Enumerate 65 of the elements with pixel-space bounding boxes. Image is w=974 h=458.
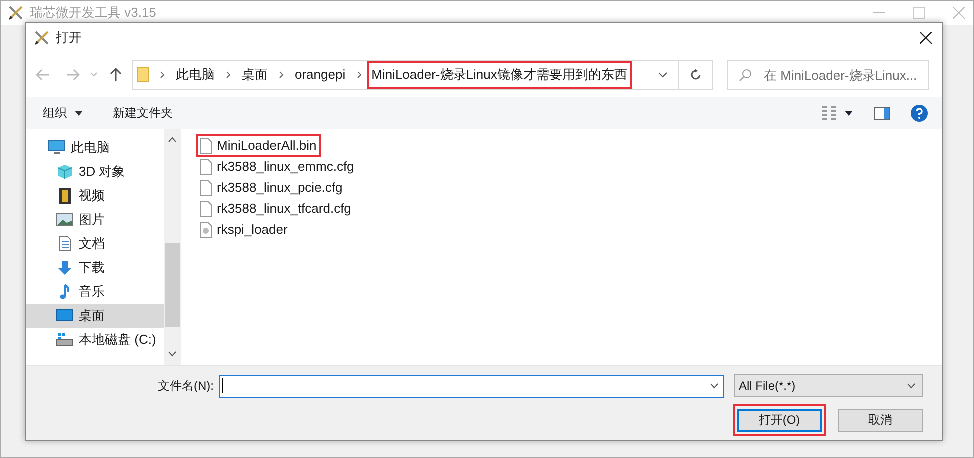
down-arrow-icon (56, 260, 74, 276)
sidebar-item[interactable]: 下载 (26, 256, 164, 280)
help-icon[interactable] (911, 104, 928, 122)
sidebar-item[interactable]: 3D 对象 (26, 160, 164, 184)
text-cursor-icon (222, 378, 223, 393)
chevron-right-icon (226, 71, 231, 79)
file-icon (200, 158, 212, 174)
search-field[interactable]: 在 MiniLoader-烧录Linux... (727, 60, 929, 90)
file-item[interactable]: MiniLoaderAll.bin (196, 134, 321, 157)
film-icon (56, 188, 74, 204)
sidebar-item[interactable]: 此电脑 (26, 136, 164, 160)
drive-icon (56, 332, 74, 348)
chevron-down-icon[interactable] (168, 351, 177, 357)
sidebar-item[interactable]: 视频 (26, 184, 164, 208)
preview-pane-icon[interactable] (874, 106, 890, 120)
breadcrumb-item[interactable]: MiniLoader-烧录Linux镜像才需要用到的东西 (366, 61, 632, 89)
view-options-icon[interactable] (821, 106, 837, 120)
refresh-icon (690, 69, 702, 81)
chevron-down-icon[interactable] (658, 72, 668, 78)
sidebar-item[interactable]: 本地磁盘 (C:) (26, 328, 164, 352)
sidebar-item[interactable]: 音乐 (26, 280, 164, 304)
scrollbar[interactable] (164, 129, 181, 365)
breadcrumb-item[interactable]: 桌面 (242, 65, 268, 85)
cube-icon (56, 164, 74, 180)
chevron-right-icon (356, 71, 362, 79)
dialog-button[interactable]: 取消 (838, 408, 923, 432)
sidebar-item[interactable]: 图片 (26, 208, 164, 232)
sidebar-item[interactable]: 文档 (26, 232, 164, 256)
address-bar[interactable]: 此电脑 桌面 orangepi MiniLoader-烧录Linux镜像才需要用到的东西 (132, 60, 679, 90)
refresh-button[interactable] (679, 60, 713, 90)
folder-icon (137, 67, 149, 83)
file-item[interactable]: rk3588_linux_pcie.cfg (199, 177, 343, 198)
caret-icon[interactable] (845, 110, 853, 116)
file-icon (200, 200, 212, 216)
chevron-down-icon[interactable] (710, 383, 719, 389)
tools-icon (34, 30, 50, 46)
chevron-right-icon (160, 71, 165, 79)
tools-icon (8, 5, 24, 21)
file-type-dropdown[interactable]: All File(*.*) (734, 374, 923, 397)
picture-icon (56, 212, 74, 228)
file-item[interactable]: rk3588_linux_emmc.cfg (199, 156, 354, 177)
up-arrow-icon[interactable] (110, 68, 122, 82)
file-icon (200, 138, 212, 154)
new-folder-button[interactable]: 新建文件夹 (113, 104, 173, 122)
caret-icon (75, 110, 83, 116)
organize-button[interactable]: 组织 (43, 104, 83, 122)
chevron-down-icon (907, 382, 916, 388)
file-item[interactable]: rk3588_linux_tfcard.cfg (199, 198, 352, 219)
file-name-label: 文件名(N): (157, 378, 214, 394)
chevron-right-icon (279, 71, 284, 79)
breadcrumb-item[interactable]: orangepi (295, 65, 346, 85)
dialog-button[interactable]: 打开(O) (737, 408, 822, 432)
desktop-icon (56, 308, 74, 324)
breadcrumb-item[interactable]: 此电脑 (176, 65, 215, 85)
close-icon[interactable] (920, 32, 932, 44)
monitor-icon (48, 140, 66, 156)
file-icon (200, 180, 212, 196)
dialog-title: 打开 (56, 29, 82, 48)
search-icon (739, 69, 752, 82)
app-title: 瑞芯微开发工具 v3.15 (30, 4, 156, 22)
scrollbar-thumb[interactable] (165, 243, 180, 327)
chevron-up-icon[interactable] (168, 137, 177, 143)
sidebar-item[interactable]: 桌面 (26, 304, 164, 328)
file-item[interactable]: rkspi_loader (199, 219, 288, 240)
file-name-field[interactable] (219, 374, 724, 398)
